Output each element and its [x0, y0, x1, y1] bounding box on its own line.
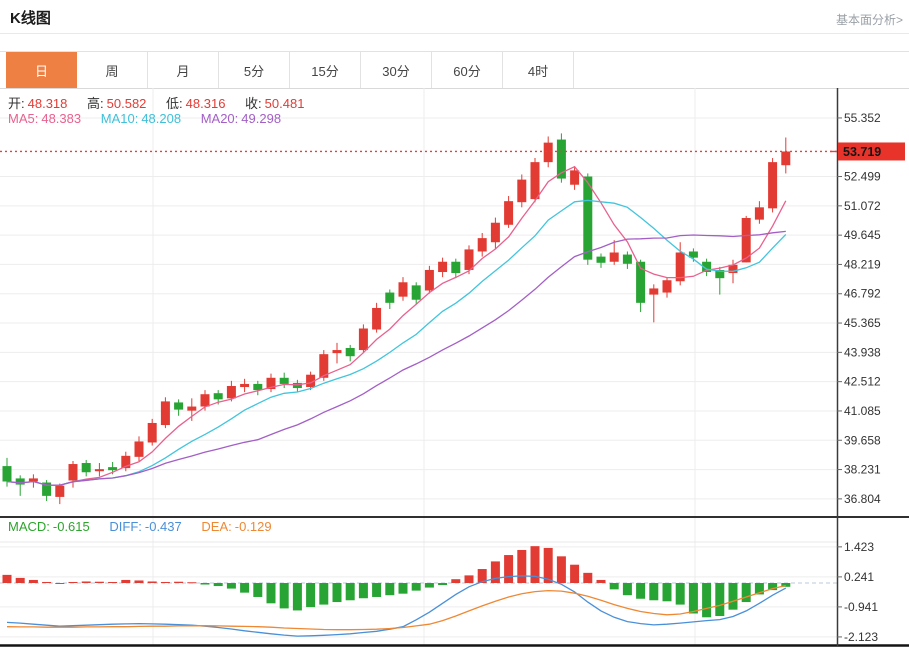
svg-text:38.231: 38.231 — [844, 463, 881, 477]
dea-label: DEA: — [201, 519, 232, 534]
close-pair: 收: 50.481 — [245, 96, 304, 111]
ohlc-legend: 开: 48.318 高: 50.582 低: 48.316 收: 50.481 — [8, 93, 320, 112]
svg-text:39.658: 39.658 — [844, 433, 881, 447]
high-pair: 高: 50.582 — [87, 96, 146, 111]
ma10-value: 48.208 — [141, 111, 182, 126]
ma20-label: MA20: — [200, 111, 239, 126]
tab-月[interactable]: 月 — [148, 52, 219, 88]
svg-text:51.072: 51.072 — [844, 199, 881, 213]
macd-value: -0.615 — [52, 519, 90, 534]
svg-text:0.241: 0.241 — [844, 570, 874, 584]
svg-text:53.719: 53.719 — [843, 145, 881, 159]
low-label: 低: — [166, 96, 183, 111]
ma10-pair: MA10: 48.208 — [101, 111, 181, 126]
ma5-pair: MA5: 48.383 — [8, 111, 81, 126]
diff-pair: DIFF: -0.437 — [109, 519, 181, 534]
ma5-line — [6, 165, 787, 486]
ma5-value: 48.383 — [41, 111, 82, 126]
tab-4时[interactable]: 4时 — [503, 52, 574, 88]
svg-text:48.219: 48.219 — [844, 257, 881, 271]
ma20-pair: MA20: 49.298 — [201, 111, 281, 126]
current-price-tag: 53.719 — [830, 142, 905, 161]
ma10-label: MA10: — [100, 111, 139, 126]
dea-value: -0.129 — [234, 519, 272, 534]
low-value: 48.316 — [185, 96, 226, 111]
svg-text:-0.941: -0.941 — [844, 600, 878, 614]
tab-日[interactable]: 日 — [6, 52, 77, 88]
low-pair: 低: 48.316 — [166, 96, 225, 111]
tab-5分[interactable]: 5分 — [219, 52, 290, 88]
tab-30分[interactable]: 30分 — [361, 52, 432, 88]
svg-text:52.499: 52.499 — [844, 170, 881, 184]
macd-pair: MACD: -0.615 — [8, 519, 90, 534]
ma20-line — [6, 230, 786, 486]
close-value: 50.481 — [264, 96, 305, 111]
svg-text:46.792: 46.792 — [844, 287, 881, 301]
period-tab-bar: 日周月 5分 15分 30分 60分 4时 — [0, 51, 909, 89]
svg-text:55.352: 55.352 — [844, 111, 881, 125]
axis-labels: 55.352 52.499 51.072 49.645 48.219 46.792 45.3… — [837, 111, 881, 644]
tab-周[interactable]: 周 — [77, 52, 148, 88]
macd-legend: MACD: -0.615 DIFF: -0.437 DEA: -0.129 — [8, 519, 288, 534]
grid-layer — [0, 88, 837, 646]
svg-text:49.645: 49.645 — [844, 228, 881, 242]
open-label: 开: — [8, 96, 25, 111]
svg-text:43.938: 43.938 — [844, 345, 881, 359]
macd-label: MACD: — [8, 519, 50, 534]
ma5-label: MA5: — [8, 111, 39, 126]
high-label: 高: — [87, 96, 104, 111]
svg-text:1.423: 1.423 — [844, 540, 874, 554]
svg-text:42.512: 42.512 — [844, 375, 881, 389]
svg-text:41.085: 41.085 — [844, 404, 881, 418]
tab-60分[interactable]: 60分 — [432, 52, 503, 88]
kline-page: { "header": { "title": "K线图", "link": "基… — [0, 0, 909, 650]
diff-label: DIFF: — [109, 519, 142, 534]
close-label: 收: — [245, 96, 262, 111]
page-title: K线图 — [10, 10, 51, 27]
open-value: 48.318 — [27, 96, 68, 111]
ma10-line — [6, 199, 787, 486]
open-pair: 开: 48.318 — [8, 96, 67, 111]
svg-text:-2.123: -2.123 — [844, 630, 878, 644]
fundamental-analysis-link[interactable]: 基本面分析> — [836, 11, 903, 28]
kline-chart: 55.352 52.499 51.072 49.645 48.219 46.792 45.3… — [0, 88, 909, 647]
tab-15分[interactable]: 15分 — [290, 52, 361, 88]
candles-layer — [2, 133, 791, 505]
dea-pair: DEA: -0.129 — [201, 519, 271, 534]
diff-value: -0.437 — [144, 519, 182, 534]
ma-legend: MA5: 48.383 MA10: 48.208 MA20: 49.298 — [8, 111, 297, 126]
high-value: 50.582 — [106, 96, 147, 111]
header-divider — [0, 33, 909, 34]
svg-text:36.804: 36.804 — [844, 492, 881, 506]
svg-text:45.365: 45.365 — [844, 316, 881, 330]
ma20-value: 49.298 — [241, 111, 282, 126]
